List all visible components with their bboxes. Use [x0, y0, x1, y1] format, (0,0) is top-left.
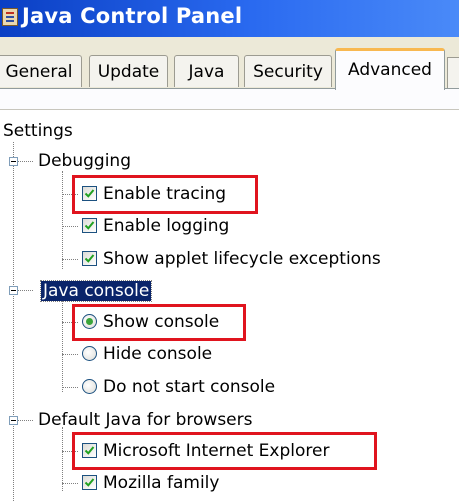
do-not-start-console-label[interactable]: Do not start console — [103, 377, 275, 397]
java-control-panel-icon — [2, 8, 18, 26]
check-mark-icon — [84, 221, 95, 230]
title-bar[interactable]: Java Control Panel — [0, 0, 459, 37]
show-applet-lifecycle-exceptions-label[interactable]: Show applet lifecycle exceptions — [103, 249, 381, 269]
highlight-box-show-console — [72, 304, 246, 341]
check-mark-icon — [84, 478, 95, 487]
tree-line — [62, 354, 78, 355]
tab-general[interactable]: General — [0, 55, 82, 87]
collapse-debugging-icon[interactable] — [9, 157, 18, 166]
tree-group-java-console[interactable]: Java console — [39, 280, 153, 302]
tab-overflow — [447, 57, 459, 88]
enable-logging-checkbox[interactable] — [82, 218, 97, 233]
check-mark-icon — [84, 254, 95, 263]
highlight-box-microsoft-internet-explorer — [72, 432, 377, 470]
do-not-start-console-radio[interactable] — [82, 379, 97, 394]
tree-line — [62, 226, 78, 227]
enable-logging-label[interactable]: Enable logging — [103, 216, 229, 236]
show-applet-lifecycle-exceptions-checkbox[interactable] — [82, 251, 97, 266]
tree-line — [62, 387, 78, 388]
tree-line — [62, 171, 63, 269]
tree-line — [13, 142, 14, 501]
tab-java[interactable]: Java — [174, 55, 239, 87]
tab-update[interactable]: Update — [89, 55, 168, 87]
tree-line — [62, 427, 63, 491]
hide-console-label[interactable]: Hide console — [103, 344, 212, 364]
mozilla-family-label[interactable]: Mozilla family — [103, 473, 219, 493]
collapse-default-java-for-browsers-icon[interactable] — [9, 416, 18, 425]
panel-header-strip — [0, 89, 459, 110]
highlight-box-enable-tracing — [72, 175, 258, 214]
window-title: Java Control Panel — [22, 4, 243, 28]
tab-advanced[interactable]: Advanced — [335, 48, 445, 90]
tree-root-settings[interactable]: Settings — [3, 121, 73, 141]
tree-line — [62, 483, 78, 484]
tree-line — [62, 298, 63, 392]
mozilla-family-checkbox[interactable] — [82, 475, 97, 490]
tree-group-default-java-for-browsers[interactable]: Default Java for browsers — [38, 410, 252, 430]
tab-security[interactable]: Security — [244, 55, 332, 87]
hide-console-radio[interactable] — [82, 346, 97, 361]
collapse-java-console-icon[interactable] — [9, 286, 18, 295]
tree-group-debugging[interactable]: Debugging — [38, 151, 131, 171]
tree-line — [62, 259, 78, 260]
